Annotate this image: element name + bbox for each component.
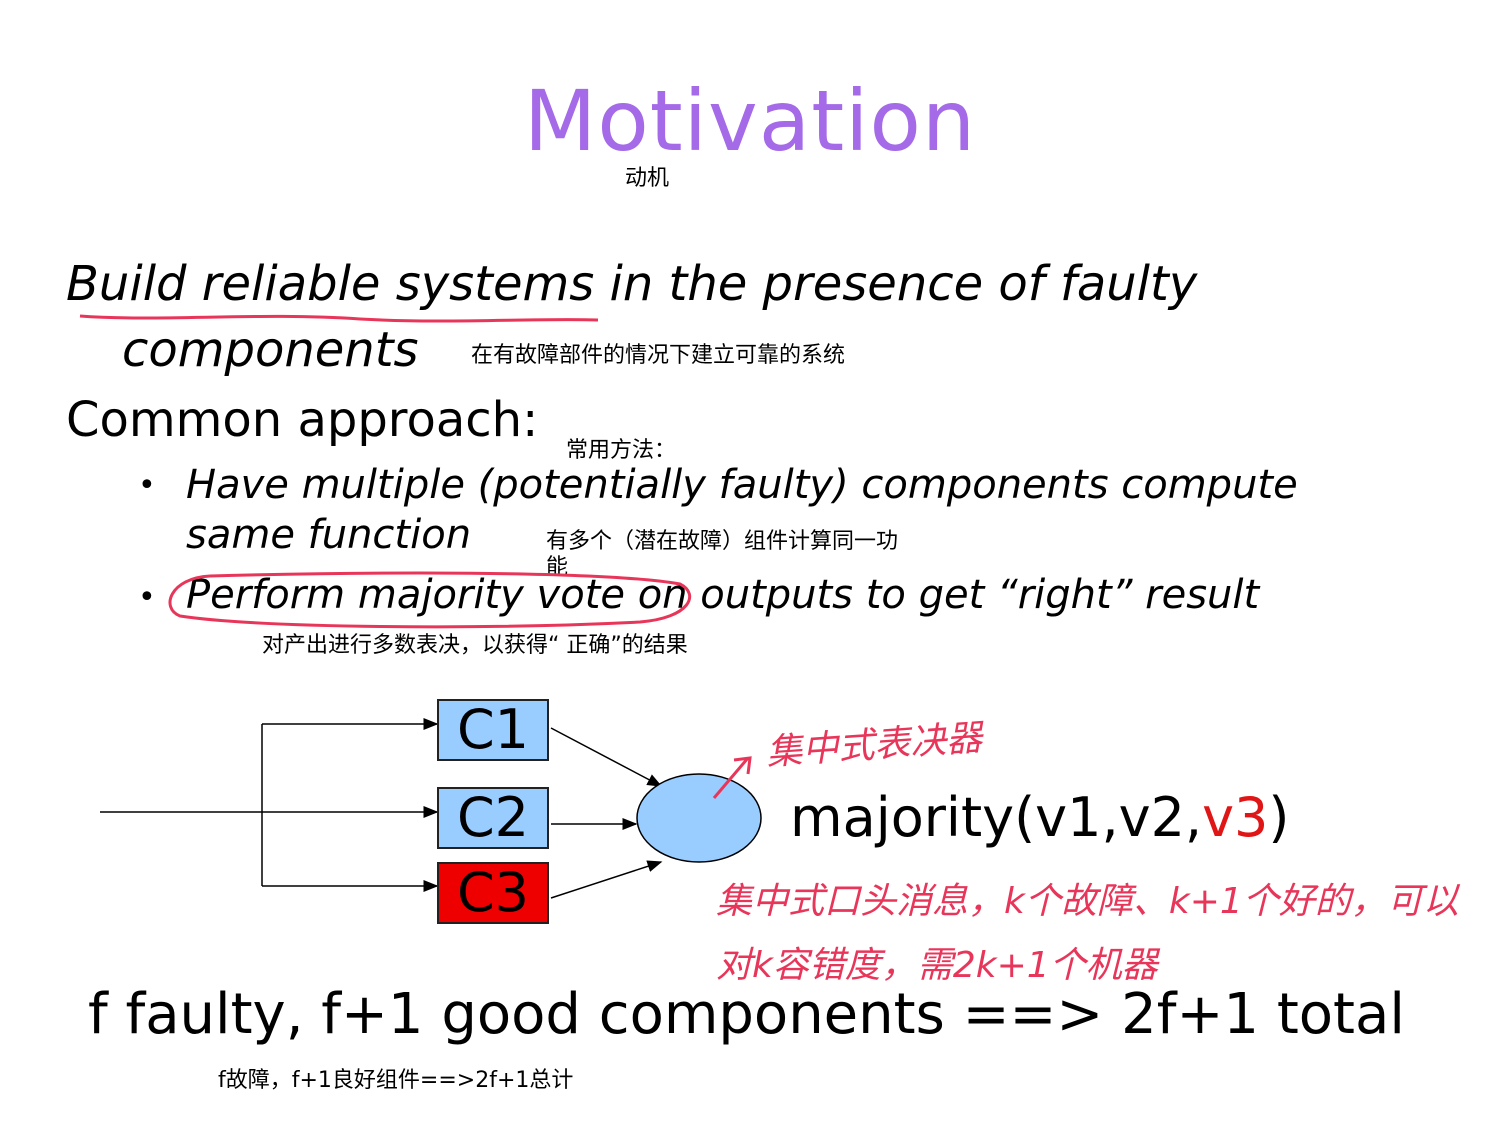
majority-suffix: ) (1268, 786, 1290, 849)
c1-to-voter-arrow (550, 727, 663, 787)
component-label-c2: C2 (456, 786, 530, 849)
component-box-c3: C3 (437, 862, 549, 924)
majority-prefix: majority(v1,v2, (790, 786, 1203, 849)
majority-voter-ellipse (636, 773, 762, 863)
component-label-c3: C3 (456, 861, 530, 924)
handwritten-circle (168, 571, 692, 629)
component-label-c1: C1 (456, 698, 530, 761)
handwritten-note-line-2: 对k容错度，需2k+1个机器 (716, 945, 1158, 986)
majority-faulty-value: v3 (1202, 786, 1269, 849)
handwritten-underline (79, 314, 599, 323)
majority-expression: majority(v1,v2,v3) (790, 786, 1290, 849)
summary-translation: f故障，f+1良好组件==>2f+1总计 (218, 1068, 574, 1093)
c3-to-voter-arrow (550, 860, 663, 899)
component-box-c2: C2 (437, 787, 549, 849)
handwritten-note-line-1: 集中式口头消息，k个故障、k+1个好的，可以 (716, 881, 1459, 922)
component-box-c1: C1 (437, 699, 549, 761)
summary-line: f faulty, f+1 good components ==> 2f+1 t… (88, 982, 1405, 1047)
